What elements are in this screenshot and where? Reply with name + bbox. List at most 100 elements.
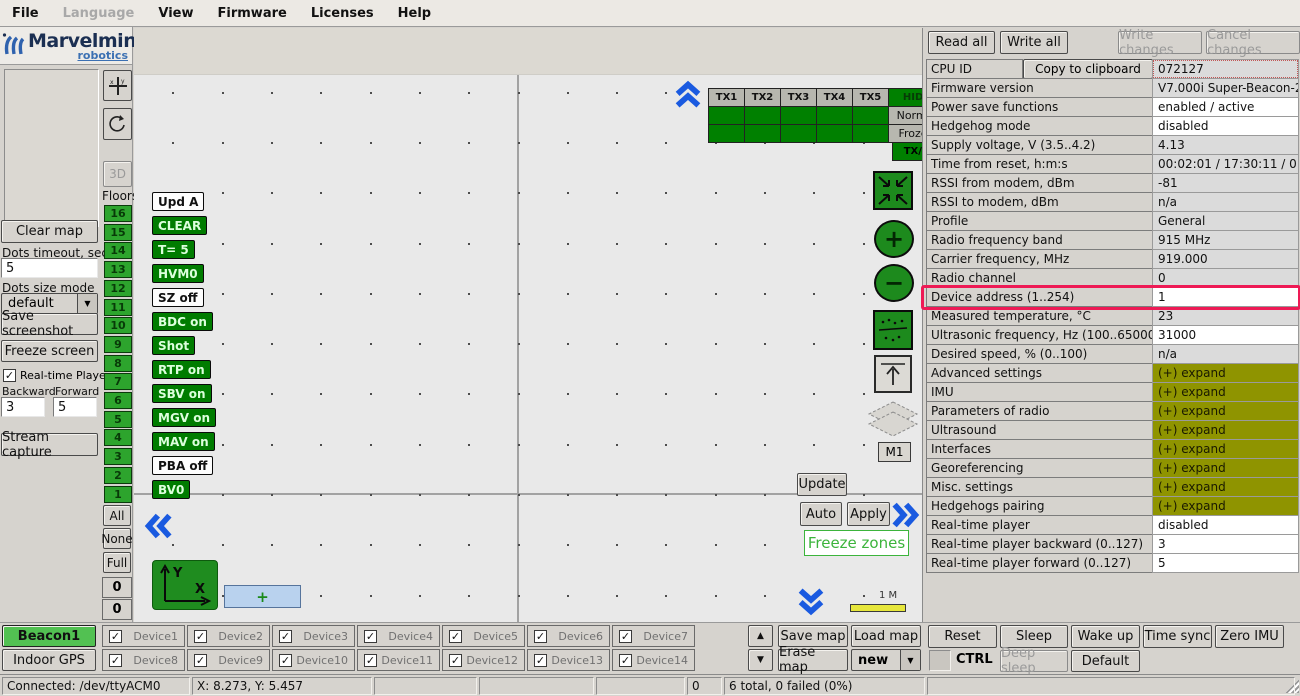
logo-subtitle[interactable]: robotics bbox=[77, 49, 128, 62]
tx-column-tx5[interactable]: TX5 bbox=[852, 88, 889, 107]
map-button-clear[interactable]: CLEAR bbox=[152, 216, 207, 235]
beacon-list-box[interactable] bbox=[4, 69, 99, 227]
default-button[interactable]: Default bbox=[1071, 650, 1140, 672]
floor-button-4[interactable]: 4 bbox=[104, 429, 132, 446]
freeze-screen-button[interactable]: Freeze screen bbox=[1, 340, 98, 362]
device-checkbox[interactable]: ✓ bbox=[449, 654, 462, 667]
floor-button-10[interactable]: 10 bbox=[104, 317, 132, 334]
map-button-sbv-on[interactable]: SBV on bbox=[152, 384, 212, 403]
device-checkbox[interactable]: ✓ bbox=[364, 654, 377, 667]
device-toggle-device10[interactable]: ✓Device10 bbox=[272, 649, 355, 671]
map-button-bdc-on[interactable]: BDC on bbox=[152, 312, 213, 331]
settings-value[interactable]: (+) expand bbox=[1152, 420, 1299, 440]
menu-item-view[interactable]: View bbox=[146, 2, 205, 25]
floor-button-9[interactable]: 9 bbox=[104, 336, 132, 353]
floor-button-15[interactable]: 15 bbox=[104, 224, 132, 241]
time-sync-button[interactable]: Time sync bbox=[1143, 625, 1212, 648]
chevron-left-icon[interactable] bbox=[144, 512, 174, 540]
device-checkbox[interactable]: ✓ bbox=[364, 630, 377, 643]
wake-up-button[interactable]: Wake up bbox=[1071, 625, 1140, 648]
floor-button-6[interactable]: 6 bbox=[104, 392, 132, 409]
device-toggle-device5[interactable]: ✓Device5 bbox=[442, 625, 525, 647]
floor-button-8[interactable]: 8 bbox=[104, 355, 132, 372]
floor-button-12[interactable]: 12 bbox=[104, 280, 132, 297]
tx-column-tx1[interactable]: TX1 bbox=[708, 88, 745, 107]
floor-button-11[interactable]: 11 bbox=[104, 299, 132, 316]
m1-button[interactable]: M1 bbox=[878, 442, 911, 462]
settings-value[interactable]: (+) expand bbox=[1152, 496, 1299, 516]
device-checkbox[interactable]: ✓ bbox=[109, 654, 122, 667]
tx-cell[interactable] bbox=[744, 124, 781, 143]
device-checkbox[interactable]: ✓ bbox=[109, 630, 122, 643]
deep-sleep-button[interactable]: Deep sleep bbox=[1000, 650, 1068, 672]
floors-all-button[interactable]: All bbox=[103, 505, 131, 526]
tx-cell[interactable] bbox=[708, 106, 745, 125]
xy-view-button[interactable]: xy bbox=[103, 70, 132, 101]
follow-up-button[interactable] bbox=[874, 355, 912, 393]
settings-value[interactable]: (+) expand bbox=[1152, 477, 1299, 497]
device-checkbox[interactable]: ✓ bbox=[619, 654, 632, 667]
device-toggle-device3[interactable]: ✓Device3 bbox=[272, 625, 355, 647]
map-button-bv0[interactable]: BV0 bbox=[152, 480, 190, 499]
map-button-upd-a[interactable]: Upd A bbox=[152, 192, 204, 211]
zoom-in-button[interactable]: + bbox=[874, 220, 914, 258]
floors-full-button[interactable]: Full bbox=[103, 552, 131, 573]
map-button-shot[interactable]: Shot bbox=[152, 336, 195, 355]
freeze-zones-button[interactable]: Freeze zones bbox=[804, 530, 909, 556]
tx-cell[interactable] bbox=[816, 106, 853, 125]
floor-button-13[interactable]: 13 bbox=[104, 261, 132, 278]
device-toggle-device7[interactable]: ✓Device7 bbox=[612, 625, 695, 647]
settings-value[interactable]: 31000 bbox=[1152, 325, 1299, 345]
chevron-down-map-icon[interactable] bbox=[797, 586, 825, 616]
device-checkbox[interactable]: ✓ bbox=[279, 654, 292, 667]
settings-value[interactable]: 5 bbox=[1152, 553, 1299, 573]
realtime-player-toggle[interactable]: ✓ Real-time Player bbox=[3, 369, 110, 382]
write-changes-button[interactable]: Write changes bbox=[1118, 31, 1202, 54]
map-canvas[interactable]: Upd ACLEART= 5HVM0SZ offBDC onShotRTP on… bbox=[134, 28, 922, 622]
device-checkbox[interactable]: ✓ bbox=[449, 630, 462, 643]
ctrl-checkbox[interactable] bbox=[929, 650, 951, 671]
map-button-mav-on[interactable]: MAV on bbox=[152, 432, 215, 451]
tx-column-tx2[interactable]: TX2 bbox=[744, 88, 781, 107]
zoom-out-button[interactable]: − bbox=[874, 264, 914, 302]
auto-button[interactable]: Auto bbox=[800, 502, 842, 526]
cancel-changes-button[interactable]: Cancel changes bbox=[1206, 31, 1300, 54]
settings-value[interactable]: 1 bbox=[1152, 287, 1299, 307]
settings-value[interactable]: (+) expand bbox=[1152, 439, 1299, 459]
map-select[interactable]: new ▼ bbox=[851, 649, 921, 671]
3d-view-button[interactable]: 3D bbox=[103, 161, 132, 187]
floor-button-5[interactable]: 5 bbox=[104, 411, 132, 428]
sleep-button[interactable]: Sleep bbox=[1000, 625, 1068, 648]
dots-timeout-input[interactable]: 5 bbox=[1, 258, 98, 278]
menu-item-firmware[interactable]: Firmware bbox=[206, 2, 299, 25]
device-toggle-device14[interactable]: ✓Device14 bbox=[612, 649, 695, 671]
settings-value[interactable]: disabled bbox=[1152, 515, 1299, 535]
update-button[interactable]: Update bbox=[797, 473, 847, 496]
add-submap-button[interactable]: + bbox=[224, 585, 301, 608]
write-all-button[interactable]: Write all bbox=[1000, 31, 1068, 54]
device-checkbox[interactable]: ✓ bbox=[279, 630, 292, 643]
device-toggle-device13[interactable]: ✓Device13 bbox=[527, 649, 610, 671]
devices-scroll-up-button[interactable]: ▲ bbox=[748, 625, 773, 647]
origin-axes-widget[interactable]: Y X bbox=[152, 560, 218, 610]
settings-value[interactable]: disabled bbox=[1152, 116, 1299, 136]
floor-button-3[interactable]: 3 bbox=[104, 448, 132, 465]
settings-value[interactable]: (+) expand bbox=[1152, 458, 1299, 478]
settings-value[interactable]: (+) expand bbox=[1152, 363, 1299, 383]
floor-button-1[interactable]: 1 bbox=[104, 486, 132, 503]
tab-indoor-gps[interactable]: Indoor GPS bbox=[2, 649, 96, 671]
chevron-right-icon[interactable] bbox=[890, 501, 920, 529]
tx-cell[interactable] bbox=[744, 106, 781, 125]
save-map-button[interactable]: Save map bbox=[778, 625, 848, 647]
settings-value[interactable]: (+) expand bbox=[1152, 401, 1299, 421]
device-toggle-device1[interactable]: ✓Device1 bbox=[102, 625, 185, 647]
device-toggle-device6[interactable]: ✓Device6 bbox=[527, 625, 610, 647]
load-map-button[interactable]: Load map bbox=[851, 625, 921, 647]
device-toggle-device8[interactable]: ✓Device8 bbox=[102, 649, 185, 671]
save-screenshot-button[interactable]: Save screenshot bbox=[1, 313, 98, 335]
devices-scroll-down-button[interactable]: ▼ bbox=[748, 649, 773, 671]
tx-cell[interactable] bbox=[816, 124, 853, 143]
show-dots-button[interactable] bbox=[873, 310, 913, 350]
tx-column-tx4[interactable]: TX4 bbox=[816, 88, 853, 107]
device-checkbox[interactable]: ✓ bbox=[194, 654, 207, 667]
